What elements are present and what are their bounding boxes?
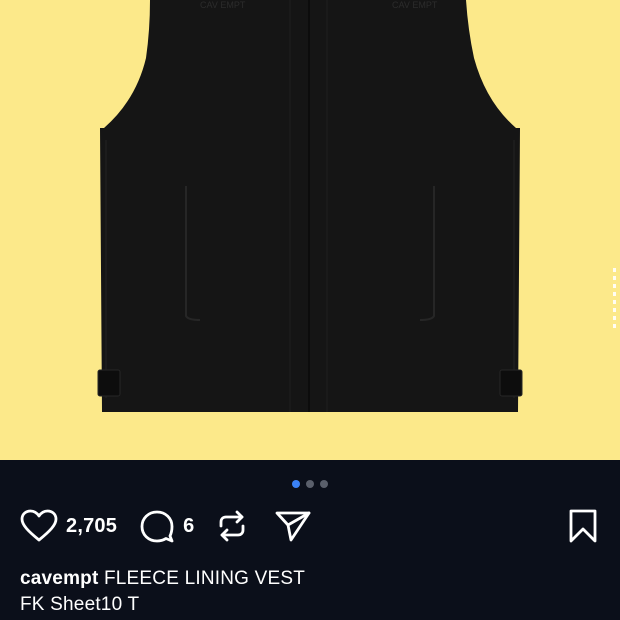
- send-icon: [274, 509, 312, 543]
- repost-button[interactable]: [216, 509, 248, 543]
- heart-icon: [20, 509, 58, 543]
- comment-button[interactable]: 6: [139, 509, 194, 543]
- post-caption: cavempt FLEECE LINING VEST FK Sheet10 T: [20, 566, 600, 618]
- like-button[interactable]: 2,705: [20, 509, 117, 543]
- share-button[interactable]: [274, 509, 312, 543]
- caption-text: FLEECE LINING VEST: [103, 568, 306, 589]
- action-bar: 2,705 6: [20, 506, 598, 546]
- post-image[interactable]: CAV EMPT CAV EMPT: [0, 0, 620, 460]
- carousel-dot: [306, 480, 314, 488]
- save-button[interactable]: [568, 509, 598, 543]
- caption-line-2: FK Sheet10 T: [20, 594, 140, 615]
- carousel-dot-active: [292, 480, 300, 488]
- vest-photo: CAV EMPT CAV EMPT: [0, 0, 620, 460]
- comment-count[interactable]: 6: [183, 515, 194, 538]
- carousel-dot: [320, 480, 328, 488]
- like-count[interactable]: 2,705: [66, 515, 117, 538]
- caption-line-1: cavempt FLEECE LINING VEST: [20, 566, 600, 592]
- repost-icon: [216, 509, 248, 543]
- post: CAV EMPT CAV EMPT 2,705 6 cavempt FLEECE…: [0, 0, 620, 620]
- comment-icon: [139, 509, 175, 543]
- chest-print-left: CAV EMPT: [200, 0, 246, 10]
- chest-print-right: CAV EMPT: [392, 0, 438, 10]
- bookmark-icon: [568, 509, 598, 543]
- carousel-indicator: [0, 480, 620, 488]
- scroll-indicator: [613, 268, 616, 332]
- caption-username[interactable]: cavempt: [20, 568, 99, 589]
